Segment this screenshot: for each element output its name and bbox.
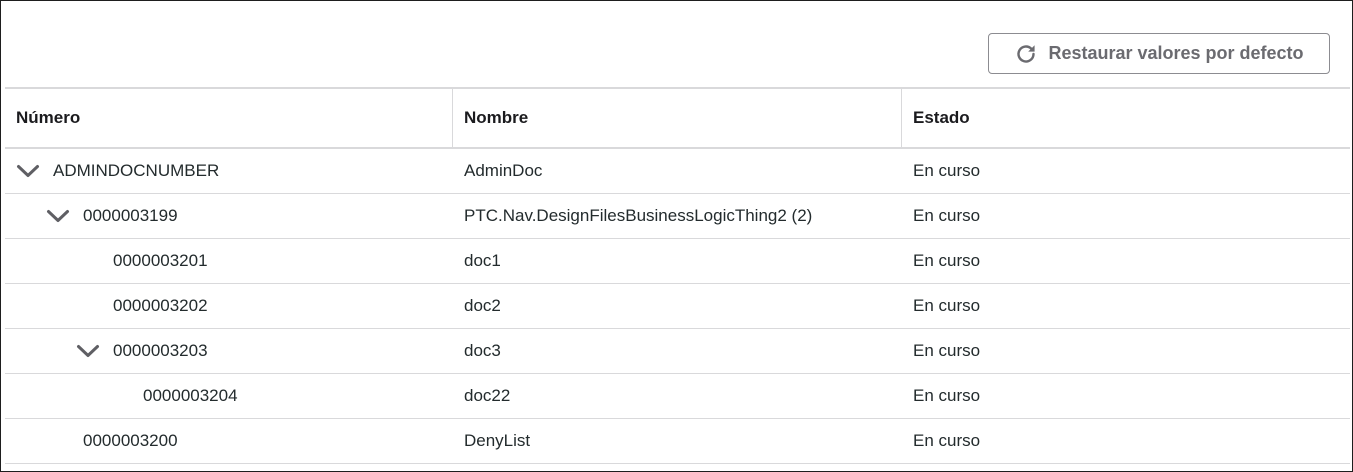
row-number-text: 0000003200 (83, 431, 178, 450)
column-header-number[interactable]: Número (5, 89, 453, 147)
cell-number: 0000003199 (5, 194, 453, 238)
cell-name: doc22 (464, 386, 511, 405)
chevron-down-icon[interactable] (16, 161, 42, 181)
tree-grid: Número Nombre Estado ADMINDOCNUMBER Admin… (5, 89, 1350, 464)
cell-status: En curso (913, 341, 981, 360)
cell-number: 0000003203 (5, 329, 453, 373)
refresh-icon (1014, 42, 1038, 66)
cell-status: En curso (913, 296, 981, 315)
table-row[interactable]: 0000003203 doc3 En curso (5, 329, 1350, 374)
row-number-text: 0000003202 (113, 296, 208, 315)
table-row[interactable]: 0000003201 doc1 En curso (5, 239, 1350, 284)
grid-header-row: Número Nombre Estado (5, 89, 1350, 149)
row-number-text: 0000003203 (113, 341, 208, 360)
cell-name: AdminDoc (464, 161, 543, 180)
cell-status: En curso (913, 386, 981, 405)
cell-number: 0000003201 (5, 239, 453, 283)
column-header-name[interactable]: Nombre (453, 89, 902, 147)
cell-name: doc1 (464, 251, 501, 270)
row-number-text: 0000003199 (83, 206, 178, 225)
table-row[interactable]: 0000003204 doc22 En curso (5, 374, 1350, 419)
row-number-text: 0000003204 (143, 386, 238, 405)
row-number-text: ADMINDOCNUMBER (53, 161, 220, 180)
grid-toolbar: Restaurar valores por defecto (5, 1, 1350, 89)
cell-number: 0000003200 (5, 419, 453, 463)
cell-status: En curso (913, 251, 981, 270)
column-header-status[interactable]: Estado (902, 89, 1350, 147)
cell-name: DenyList (464, 431, 531, 450)
cell-status: En curso (913, 161, 981, 180)
cell-number: ADMINDOCNUMBER (5, 149, 453, 193)
chevron-down-icon[interactable] (76, 341, 102, 361)
cell-name: PTC.Nav.DesignFilesBusinessLogicThing2 (… (464, 206, 813, 225)
cell-status: En curso (913, 206, 981, 225)
cell-number: 0000003204 (5, 374, 453, 418)
reset-defaults-button[interactable]: Restaurar valores por defecto (988, 33, 1330, 74)
row-number-text: 0000003201 (113, 251, 208, 270)
table-row[interactable]: 0000003199 PTC.Nav.DesignFilesBusinessLog… (5, 194, 1350, 239)
table-row[interactable]: 0000003200 DenyList En curso (5, 419, 1350, 464)
tree-grid-panel: Restaurar valores por defecto Número Nom… (0, 0, 1353, 472)
cell-status: En curso (913, 431, 981, 450)
reset-defaults-label: Restaurar valores por defecto (1048, 43, 1304, 63)
chevron-down-icon[interactable] (46, 206, 72, 226)
table-row[interactable]: 0000003202 doc2 En curso (5, 284, 1350, 329)
cell-number: 0000003202 (5, 284, 453, 328)
cell-name: doc2 (464, 296, 501, 315)
grid-body: ADMINDOCNUMBER AdminDoc En curso 0000003199… (5, 149, 1350, 464)
cell-name: doc3 (464, 341, 501, 360)
table-row[interactable]: ADMINDOCNUMBER AdminDoc En curso (5, 149, 1350, 194)
